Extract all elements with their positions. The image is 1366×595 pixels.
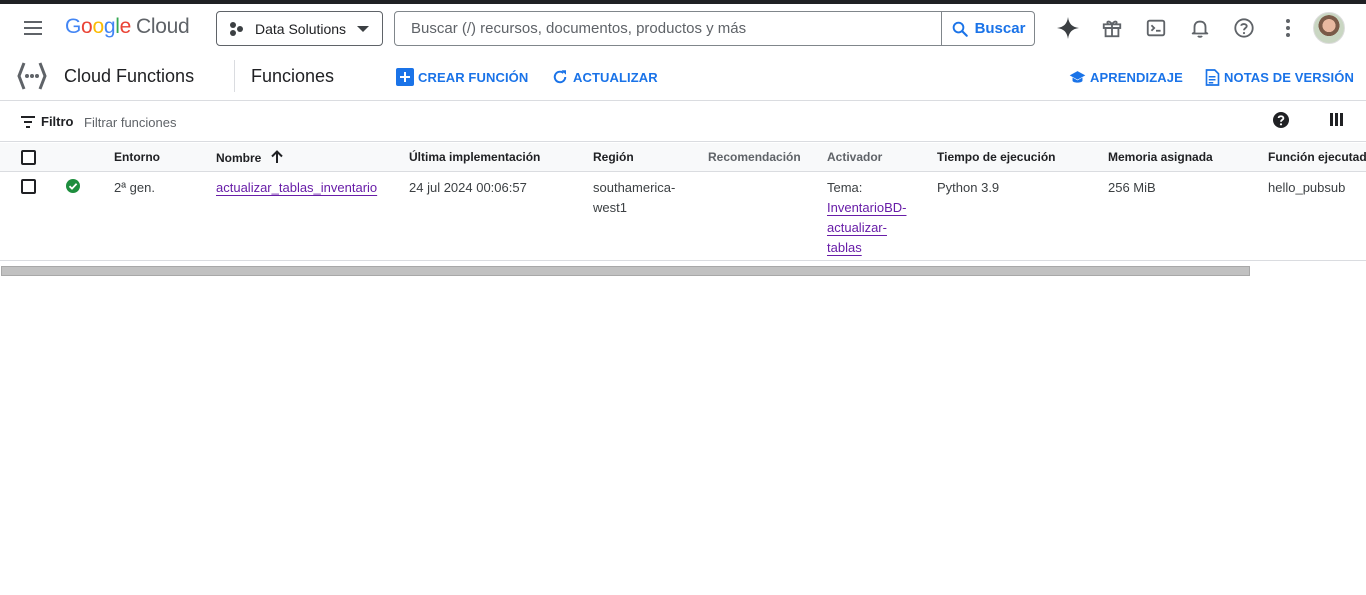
- cell-funcion-ejecutada: hello_pubsub: [1268, 180, 1346, 195]
- column-activador: Activador: [827, 150, 883, 164]
- top-header: Google Cloud Data Solutions Buscar: [0, 4, 1366, 52]
- google-cloud-logo[interactable]: Google Cloud: [65, 15, 190, 39]
- function-name-link[interactable]: actualizar_tablas_inventario: [216, 178, 377, 198]
- column-recomendacion: Recomendación: [708, 150, 801, 164]
- column-funcion-ejecutada[interactable]: Función ejecutada: [1268, 150, 1366, 164]
- table-help-icon[interactable]: [1272, 111, 1290, 129]
- menu-icon[interactable]: [21, 16, 45, 40]
- notifications-bell-icon[interactable]: [1188, 16, 1212, 40]
- filter-bar: Filtro: [0, 102, 1366, 142]
- column-nombre[interactable]: Nombre: [216, 150, 284, 165]
- create-function-button[interactable]: CREAR FUNCIÓN: [396, 67, 528, 87]
- refresh-button[interactable]: ACTUALIZAR: [551, 67, 658, 87]
- cloud-shell-icon[interactable]: [1144, 16, 1168, 40]
- project-selector[interactable]: Data Solutions: [216, 11, 383, 46]
- release-notes-icon: [1205, 68, 1220, 86]
- column-entorno[interactable]: Entorno: [114, 150, 160, 164]
- filter-label: Filtro: [41, 114, 74, 129]
- column-ultima-implementacion[interactable]: Última implementación: [409, 150, 540, 164]
- column-tiempo-ejecucion[interactable]: Tiempo de ejecución: [937, 150, 1055, 164]
- cell-region-line-1: southamerica-: [593, 180, 676, 195]
- cell-ultima-implementacion: 24 jul 2024 00:06:57: [409, 180, 527, 195]
- cell-activador: Tema: InventarioBD- actualizar- tablas: [827, 178, 906, 258]
- filter-icon[interactable]: [21, 116, 35, 128]
- search-button-label: Buscar: [974, 20, 1026, 37]
- refresh-label: ACTUALIZAR: [573, 69, 658, 85]
- product-title: Cloud Functions: [64, 66, 195, 86]
- search-button[interactable]: Buscar: [941, 12, 1034, 45]
- divider: [234, 60, 235, 92]
- learning-label: APRENDIZAJE: [1090, 69, 1183, 85]
- gift-icon[interactable]: [1100, 16, 1124, 40]
- page-toolbar: Cloud Functions Funciones CREAR FUNCIÓN …: [0, 52, 1366, 101]
- trigger-topic-line-3: tablas: [827, 240, 862, 255]
- row-checkbox[interactable]: [21, 179, 36, 194]
- column-nombre-label: Nombre: [216, 151, 262, 165]
- cell-entorno: 2ª gen.: [114, 180, 155, 195]
- search-input[interactable]: [395, 12, 941, 45]
- trigger-topic-link[interactable]: InventarioBD- actualizar- tablas: [827, 198, 906, 258]
- page-title: Funciones: [251, 66, 335, 86]
- create-function-label: CREAR FUNCIÓN: [418, 69, 529, 85]
- avatar[interactable]: [1313, 12, 1345, 44]
- search-icon: [952, 21, 968, 37]
- trigger-topic-line-1: InventarioBD-: [827, 200, 907, 215]
- add-box-icon: [396, 68, 414, 86]
- school-icon: [1069, 70, 1086, 83]
- cell-region-line-2: west1: [593, 200, 627, 215]
- cell-region: southamerica- west1: [593, 178, 675, 218]
- sort-ascending-icon: [270, 150, 283, 163]
- filter-input[interactable]: [84, 110, 684, 134]
- release-notes-label: NOTAS DE VERSIÓN: [1224, 69, 1354, 85]
- help-icon[interactable]: [1232, 16, 1256, 40]
- cell-memoria: 256 MiB: [1108, 180, 1156, 195]
- more-vert-icon[interactable]: [1276, 16, 1300, 40]
- cloud-functions-icon: [17, 62, 47, 90]
- project-icon: [230, 21, 244, 36]
- table-row: 2ª gen. actualizar_tablas_inventario 24 …: [0, 172, 1366, 261]
- status-ok-icon: [66, 179, 80, 193]
- chevron-down-icon: [357, 26, 369, 32]
- column-memoria[interactable]: Memoria asignada: [1108, 150, 1213, 164]
- column-region[interactable]: Región: [593, 150, 634, 164]
- column-display-icon[interactable]: [1330, 113, 1344, 127]
- gemini-sparkle-icon[interactable]: [1056, 16, 1080, 40]
- cell-tiempo-ejecucion: Python 3.9: [937, 180, 1000, 195]
- learning-button[interactable]: APRENDIZAJE: [1069, 67, 1183, 87]
- project-name: Data Solutions: [255, 20, 347, 37]
- release-notes-button[interactable]: NOTAS DE VERSIÓN: [1205, 67, 1354, 87]
- horizontal-scrollbar[interactable]: [1, 266, 1250, 276]
- refresh-icon: [553, 70, 567, 84]
- trigger-topic-line-2: actualizar-: [827, 220, 887, 235]
- select-all-checkbox[interactable]: [21, 150, 36, 165]
- table-header: Entorno Nombre Última implementación Reg…: [0, 143, 1366, 172]
- search-bar: Buscar: [394, 11, 1035, 46]
- trigger-prefix: Tema:: [827, 180, 863, 195]
